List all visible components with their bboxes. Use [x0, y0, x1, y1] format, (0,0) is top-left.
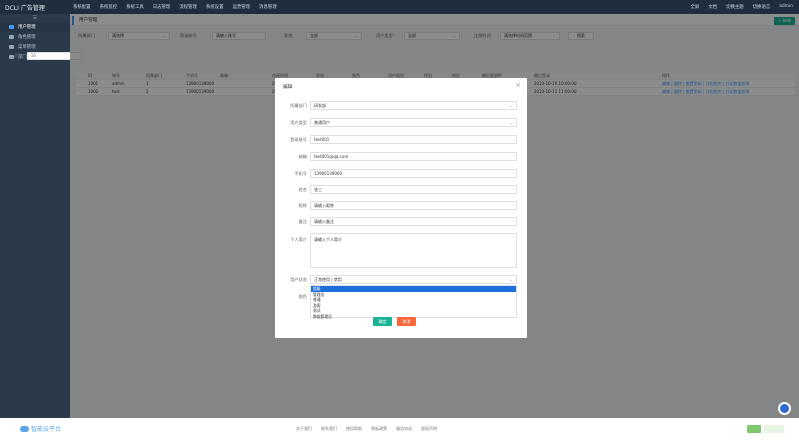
form-row: 所属部门 研发部 ⌄ — [275, 100, 527, 111]
chat-icon[interactable] — [778, 402, 791, 415]
footer-link[interactable]: 版权声明 — [421, 426, 437, 432]
top-nav-item[interactable]: 系统设置 — [206, 4, 224, 10]
sidebar: ☰ 用户管理 角色管理 菜单管理 部门管理 — [0, 14, 70, 418]
top-nav-item[interactable]: 运营管理 — [232, 4, 250, 10]
sidebar-item-label: 菜单管理 — [18, 45, 36, 50]
field-label: 邮箱 — [298, 154, 307, 159]
cloud-icon — [20, 425, 29, 432]
phone-field[interactable]: 13900139000 — [310, 169, 517, 178]
field-label: 手机号 — [294, 171, 307, 176]
sidebar-item-roles[interactable]: 角色管理 — [0, 32, 70, 42]
form-row: 用户状态 正常使用 | 禁用 ⌄ — [275, 274, 527, 285]
form-row: 备注 请输入备注 — [275, 216, 527, 227]
footer-link[interactable]: 使用帮助 — [346, 426, 362, 432]
top-nav: 系统配置 系统监控 系统工具 日志管理 流程管理 系统设置 运营管理 消息管理 — [73, 4, 277, 10]
field-label: 所属部门 — [290, 103, 307, 108]
top-nav-item[interactable]: 系统监控 — [100, 4, 118, 10]
language-switch[interactable]: 切换语言 — [753, 4, 771, 10]
edit-dialog: 编辑 × 所属部门 研发部 ⌄ 用户类型 普通用户 ⌄ 登录账号 test001 邮… — [275, 78, 527, 338]
user-menu[interactable]: admin — [779, 4, 793, 10]
form-row: 手机号 13900139000 — [275, 168, 527, 179]
docs-link[interactable]: 文档 — [708, 4, 717, 10]
confirm-button[interactable]: 确定 — [373, 317, 392, 326]
sidebar-item-label: 用户管理 — [18, 25, 36, 30]
fullscreen-button[interactable]: 全屏 — [690, 4, 699, 10]
footer-action-button[interactable] — [747, 425, 761, 433]
form-row: 登录账号 test001 — [275, 134, 527, 145]
role-icon — [9, 35, 14, 39]
remark-field[interactable]: 请输入备注 — [310, 217, 517, 226]
user-icon — [9, 25, 14, 29]
form-row: 用户类型 普通用户 ⌄ — [275, 117, 527, 128]
field-label: 个人简介 — [290, 237, 307, 242]
footer: 智能云平台 关于我们 联系我们 使用帮助 隐私政策 服务协议 版权声明 — [0, 418, 799, 443]
account-field[interactable]: test001 — [310, 135, 517, 144]
field-label: 备注 — [298, 219, 307, 224]
menu-icon — [9, 45, 14, 49]
top-nav-item[interactable]: 系统工具 — [126, 4, 144, 10]
form-row: 邮箱 test001@qq.com — [275, 151, 527, 162]
field-label: 用户类型 — [290, 120, 307, 125]
dialog-title: 编辑 — [283, 85, 293, 90]
footer-link[interactable]: 服务协议 — [396, 426, 412, 432]
field-label: 昵称 — [298, 203, 307, 208]
footer-logo[interactable]: 智能云平台 — [20, 424, 61, 433]
bio-textarea[interactable]: 请输入个人简介 — [310, 233, 517, 268]
role-dropdown: 超级 管理员 普通 游客 测试 数据管理员 — [310, 285, 517, 319]
footer-secondary-button[interactable] — [764, 425, 784, 433]
top-nav-item[interactable]: 日志管理 — [153, 4, 171, 10]
chevron-down-icon: ⌄ — [509, 103, 513, 108]
field-label: 用户状态 — [290, 277, 307, 282]
top-nav-item[interactable]: 系统配置 — [73, 4, 91, 10]
chevron-down-icon: ⌄ — [509, 277, 513, 282]
user-type-select[interactable]: 普通用户 ⌄ — [310, 118, 517, 127]
sidebar-item-menus[interactable]: 菜单管理 — [0, 42, 70, 52]
footer-link[interactable]: 关于我们 — [296, 426, 312, 432]
footer-logo-text: 智能云平台 — [31, 426, 62, 433]
chevron-down-icon: ⌄ — [509, 120, 513, 125]
cancel-button[interactable]: 取消 — [397, 317, 416, 326]
field-label: 角色 — [298, 294, 307, 299]
page-size-label: 显示 — [14, 53, 23, 58]
field-label: 登录账号 — [290, 137, 307, 142]
footer-link[interactable]: 联系我们 — [321, 426, 337, 432]
status-select[interactable]: 正常使用 | 禁用 ⌄ — [310, 275, 517, 284]
top-right-actions: 全屏 文档 切换主题 切换语言 admin — [690, 4, 793, 10]
form-row: 昵称 请输入昵称 — [275, 200, 527, 211]
dept-select[interactable]: 研发部 ⌄ — [310, 101, 517, 110]
top-bar: DCLI 广告管理 系统配置 系统监控 系统工具 日志管理 流程管理 系统设置 … — [0, 0, 799, 14]
app-logo[interactable]: DCLI 广告管理 — [5, 3, 45, 12]
footer-link[interactable]: 隐私政策 — [371, 426, 387, 432]
sidebar-item-users[interactable]: 用户管理 — [0, 22, 70, 32]
sidebar-item-label: 角色管理 — [18, 35, 36, 40]
theme-switch[interactable]: 切换主题 — [726, 4, 744, 10]
top-nav-item[interactable]: 消息管理 — [259, 4, 277, 10]
name-field[interactable]: 张三 — [310, 185, 517, 194]
collapse-icon[interactable]: ☰ — [0, 14, 70, 22]
field-label: 姓名 — [298, 187, 307, 192]
email-field[interactable]: test001@qq.com — [310, 152, 517, 161]
top-nav-item[interactable]: 流程管理 — [179, 4, 197, 10]
nickname-field[interactable]: 请输入昵称 — [310, 201, 517, 210]
footer-links: 关于我们 联系我们 使用帮助 隐私政策 服务协议 版权声明 — [296, 426, 437, 432]
form-row: 姓名 张三 — [275, 184, 527, 195]
close-icon[interactable]: × — [515, 81, 521, 89]
